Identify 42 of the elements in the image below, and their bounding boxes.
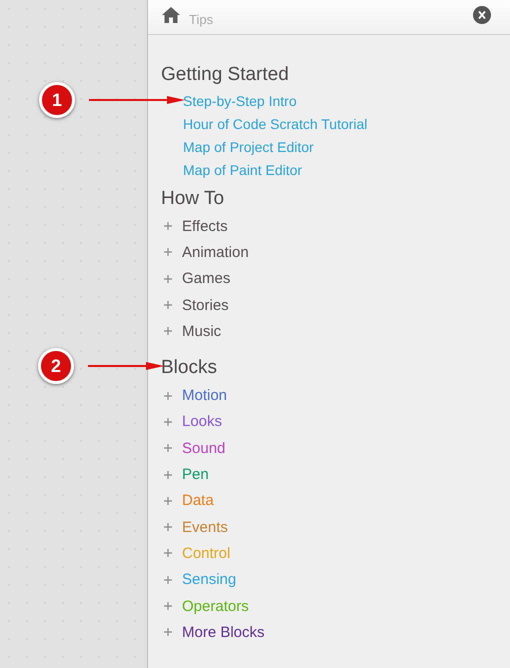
plus-icon[interactable] xyxy=(164,444,172,452)
topic-item[interactable]: Animation xyxy=(182,244,249,261)
tutorial-link[interactable]: Map of Paint Editor xyxy=(183,162,302,178)
plus-icon[interactable] xyxy=(164,418,172,426)
topic-item[interactable]: Music xyxy=(182,322,222,340)
plus-icon[interactable] xyxy=(164,523,172,532)
arrow-icon xyxy=(88,362,164,370)
home-icon[interactable] xyxy=(162,7,180,23)
section-heading: How To xyxy=(161,188,224,210)
topic-item[interactable]: Pen xyxy=(182,466,209,484)
plus-icon[interactable] xyxy=(164,222,172,230)
plus-icon[interactable] xyxy=(164,301,172,310)
topic-item[interactable]: More Blocks xyxy=(182,624,265,641)
topic-item[interactable]: Games xyxy=(182,270,230,288)
topic-item[interactable]: Events xyxy=(182,518,228,536)
topic-item[interactable]: Data xyxy=(182,492,214,510)
plus-icon[interactable] xyxy=(164,274,172,283)
topic-item[interactable]: Looks xyxy=(182,413,222,430)
arrow-icon xyxy=(89,96,185,104)
close-icon[interactable] xyxy=(473,6,491,24)
tutorial-link[interactable]: Hour of Code Scratch Tutorial xyxy=(183,116,368,132)
plus-icon[interactable] xyxy=(164,628,172,636)
topic-item[interactable]: Sensing xyxy=(182,571,236,588)
topic-item[interactable]: Effects xyxy=(182,218,228,235)
tutorial-link[interactable]: Map of Project Editor xyxy=(183,138,314,154)
topic-item[interactable]: Control xyxy=(182,544,230,562)
plus-icon[interactable] xyxy=(164,248,172,256)
topic-item[interactable]: Stories xyxy=(182,296,229,314)
tutorial-link[interactable]: Step-by-Step Intro xyxy=(183,92,297,108)
topic-item[interactable]: Sound xyxy=(182,440,226,457)
plus-icon[interactable] xyxy=(164,496,172,505)
plus-icon[interactable] xyxy=(164,392,172,400)
panel-title: Tips xyxy=(189,12,214,26)
topic-item[interactable]: Operators xyxy=(182,598,249,614)
plus-icon[interactable] xyxy=(164,576,172,584)
section-heading: Getting Started xyxy=(161,64,289,86)
plus-icon[interactable] xyxy=(164,327,172,336)
plus-icon[interactable] xyxy=(164,549,172,558)
plus-icon[interactable] xyxy=(164,602,172,610)
plus-icon[interactable] xyxy=(164,470,172,479)
section-heading: Blocks xyxy=(161,357,217,380)
topic-item[interactable]: Motion xyxy=(182,387,228,404)
